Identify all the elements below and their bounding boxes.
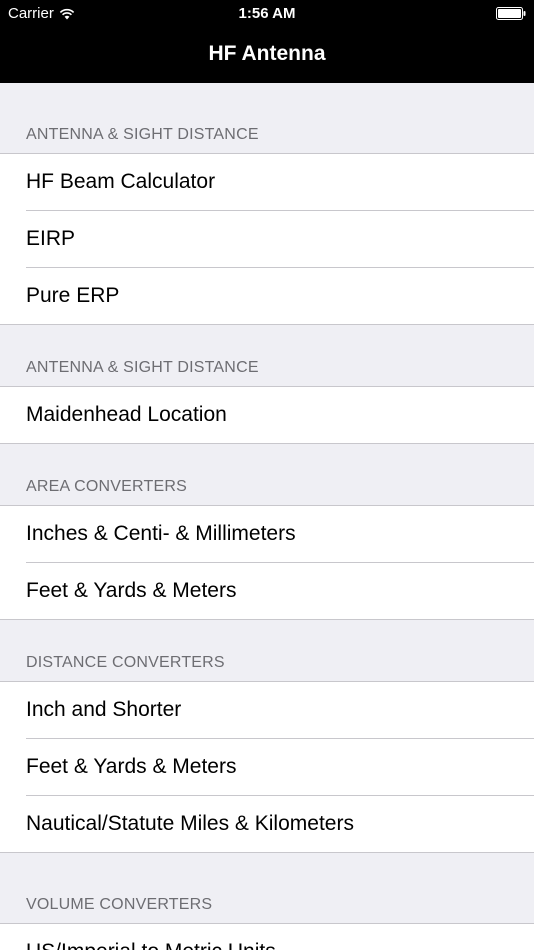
page-title: HF Antenna xyxy=(208,42,326,65)
battery-icon xyxy=(496,7,526,20)
list-item-label: Nautical/Statute Miles & Kilometers xyxy=(26,812,354,835)
section-header: VOLUME CONVERTERS xyxy=(0,853,534,924)
row-divider xyxy=(0,443,534,444)
list-item[interactable]: HF Beam Calculator xyxy=(0,154,534,211)
list-item-label: Maidenhead Location xyxy=(26,403,227,426)
list-item[interactable]: Inches & Centi- & Millimeters xyxy=(0,506,534,563)
list-item-label: Pure ERP xyxy=(26,284,120,307)
section-header: AREA CONVERTERS xyxy=(0,444,534,506)
list-item-label: Inches & Centi- & Millimeters xyxy=(26,522,296,545)
list-item-label: Feet & Yards & Meters xyxy=(26,579,237,602)
list-item[interactable]: Nautical/Statute Miles & Kilometers xyxy=(0,796,534,853)
row-divider xyxy=(0,324,534,325)
list-item-label: Feet & Yards & Meters xyxy=(26,755,237,778)
list-item-label: US/Imperial to Metric Units xyxy=(26,940,276,950)
table-view: ANTENNA & SIGHT DISTANCE HF Beam Calcula… xyxy=(0,83,534,950)
navigation-bar: HF Antenna xyxy=(0,28,534,83)
list-item[interactable]: EIRP xyxy=(0,211,534,268)
status-time: 1:56 AM xyxy=(238,5,296,22)
list-item-label: Inch and Shorter xyxy=(26,698,182,721)
status-bar: Carrier 1:56 AM xyxy=(0,0,534,28)
section-header: ANTENNA & SIGHT DISTANCE xyxy=(0,325,534,387)
list-item[interactable]: Feet & Yards & Meters xyxy=(0,563,534,620)
list-item[interactable]: Maidenhead Location xyxy=(0,387,534,444)
app-screen: Carrier 1:56 AM HF Antenna ANTENNA & SIG… xyxy=(0,0,534,950)
section-header: DISTANCE CONVERTERS xyxy=(0,620,534,682)
list-item[interactable]: Pure ERP xyxy=(0,268,534,325)
list-item-label: EIRP xyxy=(26,227,76,250)
section-header: ANTENNA & SIGHT DISTANCE xyxy=(0,83,534,154)
list-item[interactable]: Feet & Yards & Meters xyxy=(0,739,534,796)
list-item-label: HF Beam Calculator xyxy=(26,170,216,193)
list-item[interactable]: US/Imperial to Metric Units xyxy=(0,924,534,950)
row-divider xyxy=(0,619,534,620)
row-divider xyxy=(0,852,534,853)
list-item[interactable]: Inch and Shorter xyxy=(0,682,534,739)
